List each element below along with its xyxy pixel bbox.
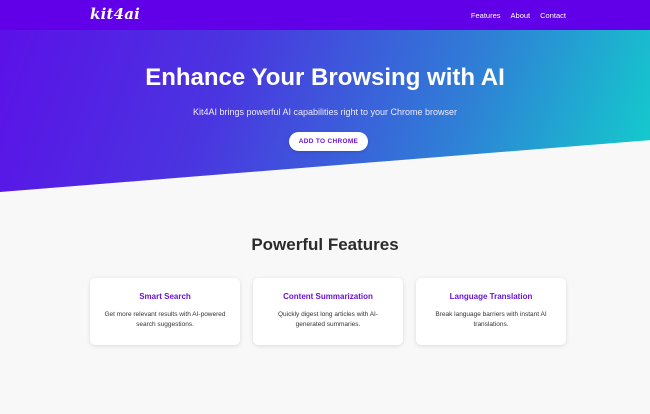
nav-links: Features About Contact — [471, 11, 566, 20]
feature-card-content-summarization: Content Summarization Quickly digest lon… — [253, 278, 403, 345]
features-grid: Smart Search Get more relevant results w… — [90, 278, 566, 345]
navbar: kit4ai Features About Contact — [0, 0, 650, 30]
feature-title: Smart Search — [139, 292, 191, 301]
feature-card-language-translation: Language Translation Break language barr… — [416, 278, 566, 345]
add-to-chrome-button[interactable]: ADD TO CHROME — [289, 132, 368, 151]
logo[interactable]: kit4ai — [90, 5, 140, 23]
feature-description: Quickly digest long articles with AI-gen… — [277, 311, 379, 329]
feature-card-smart-search: Smart Search Get more relevant results w… — [90, 278, 240, 345]
feature-description: Get more relevant results with AI-powere… — [104, 311, 226, 329]
hero-subtitle: Kit4AI brings powerful AI capabilities r… — [192, 107, 458, 117]
feature-title: Content Summarization — [283, 292, 373, 301]
feature-description: Break language barriers with instant AI … — [435, 311, 547, 329]
nav-link-about[interactable]: About — [511, 11, 531, 20]
features-heading: Powerful Features — [251, 235, 399, 254]
hero-title: Enhance Your Browsing with AI — [145, 64, 505, 91]
nav-link-contact[interactable]: Contact — [540, 11, 566, 20]
nav-link-features[interactable]: Features — [471, 11, 501, 20]
feature-title: Language Translation — [449, 292, 533, 301]
